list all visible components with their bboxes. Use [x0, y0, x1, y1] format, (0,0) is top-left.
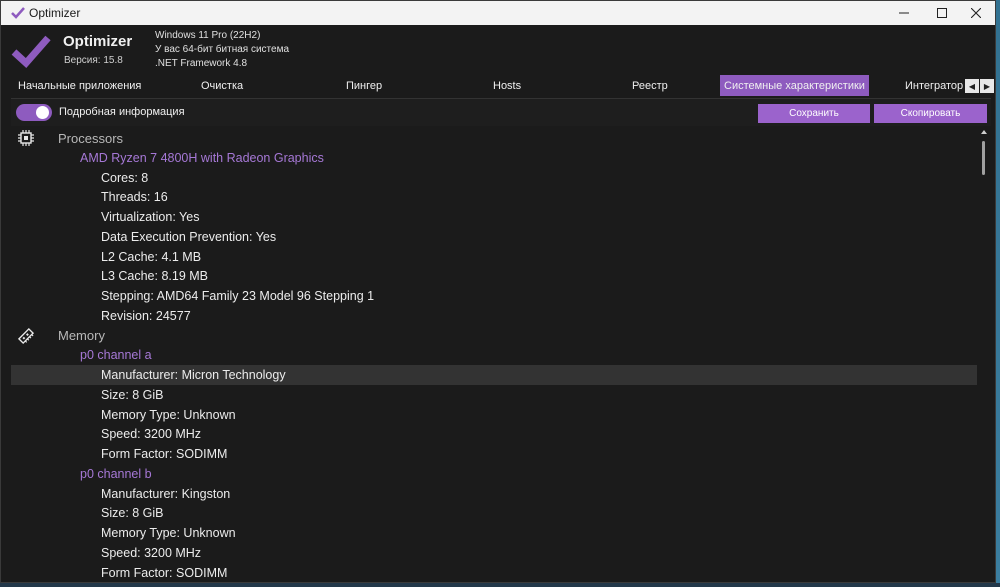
- arrow-left-icon: ◀: [968, 81, 976, 91]
- optimizer-window: Optimizer Optimizer Версия: 15.8 Windows…: [0, 0, 996, 583]
- tree-label: Virtualization: Yes: [101, 210, 200, 224]
- tree-label: Speed: 3200 MHz: [101, 427, 202, 442]
- tab-registry[interactable]: Реестр: [632, 75, 668, 96]
- framework-info: .NET Framework 4.8: [155, 58, 248, 69]
- specs-tree[interactable]: Processors AMD Ryzen 7 4800H with Radeon …: [11, 127, 977, 583]
- tab-startup-apps[interactable]: Начальные приложения: [18, 75, 141, 96]
- tree-label: Form Factor: SODIMM: [101, 447, 228, 461]
- cpu-icon: [17, 129, 35, 147]
- tab-cleanup[interactable]: Очистка: [201, 75, 243, 96]
- window-title: Optimizer: [29, 6, 81, 20]
- taskbar-edge: [0, 583, 1000, 587]
- tree-item[interactable]: Size: 8 GiB: [11, 503, 977, 523]
- tree-label: p0 channel a: [80, 348, 152, 363]
- minimize-icon: [899, 12, 909, 14]
- tree-label: Threads: 16: [101, 190, 168, 205]
- tree-label: Size: 8 GiB: [101, 387, 164, 402]
- tree-label: Data Execution Prevention: Yes: [101, 229, 277, 244]
- tree-label: Stepping: AMD64 Family 23 Model 96 Stepp…: [101, 289, 375, 303]
- tree-item[interactable]: Form Factor: SODIMM: [11, 563, 977, 583]
- tree-label: Revision: 24577: [101, 308, 191, 323]
- tree-item[interactable]: Size: 8 GiB: [11, 385, 977, 405]
- tree-label: Manufacturer: Kingston: [101, 486, 231, 501]
- app-check-icon: [11, 7, 25, 19]
- tree-item[interactable]: Memory Type: Unknown: [11, 523, 977, 543]
- os-info: Windows 11 Pro (22H2): [155, 30, 261, 41]
- toolbar: Подробная информация Сохранить Скопирова…: [11, 98, 991, 126]
- tree-group[interactable]: p0 channel a: [11, 345, 977, 365]
- memory-icon: [17, 327, 35, 345]
- tree-item[interactable]: Memory Type: Unknown: [11, 405, 977, 425]
- tab-pinger[interactable]: Пингер: [346, 75, 382, 96]
- tab-hosts[interactable]: Hosts: [493, 75, 521, 96]
- tree-item[interactable]: Manufacturer: Kingston: [11, 484, 977, 504]
- tab-scroll-arrows: ◀ ▶: [965, 79, 994, 93]
- tree-item[interactable]: Threads: 16: [11, 187, 977, 207]
- detailed-info-label: Подробная информация: [59, 106, 185, 118]
- tree-label: L3 Cache: 8.19 MB: [101, 269, 209, 284]
- tree-item[interactable]: Cores: 8: [11, 168, 977, 188]
- tree-section[interactable]: Processors: [11, 128, 977, 148]
- tree-label: Memory: [58, 328, 105, 343]
- maximize-icon: [937, 8, 947, 18]
- vertical-scrollbar[interactable]: [978, 127, 990, 582]
- tree-item[interactable]: Data Execution Prevention: Yes: [11, 227, 977, 247]
- system-summary: Windows 11 Pro (22H2) У вас 64-бит битна…: [155, 29, 289, 71]
- app-version: Версия: 15.8: [64, 55, 123, 66]
- tree-item[interactable]: Virtualization: Yes: [11, 207, 977, 227]
- close-button[interactable]: [953, 1, 995, 25]
- save-button[interactable]: Сохранить: [758, 104, 870, 123]
- tree-group[interactable]: p0 channel b: [11, 464, 977, 484]
- tree-section[interactable]: Memory: [11, 326, 977, 346]
- scroll-up-icon[interactable]: [981, 130, 987, 134]
- tree-label: Size: 8 GiB: [101, 506, 164, 521]
- tree-label: L2 Cache: 4.1 MB: [101, 249, 202, 264]
- tab-integrator[interactable]: Интегратор: [905, 75, 963, 96]
- close-icon: [971, 8, 981, 18]
- tree-group[interactable]: AMD Ryzen 7 4800H with Radeon Graphics: [11, 148, 977, 168]
- tree-item[interactable]: Revision: 24577: [11, 306, 977, 326]
- app-name: Optimizer: [63, 33, 133, 50]
- tree-item[interactable]: L3 Cache: 8.19 MB: [11, 266, 977, 286]
- tree-item[interactable]: Speed: 3200 MHz: [11, 424, 977, 444]
- tab-bar: Начальные приложения Очистка Пингер Host…: [1, 74, 995, 97]
- tree-label: Speed: 3200 MHz: [101, 545, 202, 560]
- logo-check-icon: [11, 35, 51, 68]
- copy-button[interactable]: Скопировать: [874, 104, 987, 123]
- arrow-right-icon: ▶: [983, 81, 991, 91]
- tree-label: Manufacturer: Micron Technology: [101, 368, 286, 382]
- app-header: Optimizer Версия: 15.8 Windows 11 Pro (2…: [1, 25, 995, 73]
- tree-item[interactable]: Form Factor: SODIMM: [11, 444, 977, 464]
- tree-label: AMD Ryzen 7 4800H with Radeon Graphics: [80, 150, 324, 165]
- tree-item[interactable]: L2 Cache: 4.1 MB: [11, 247, 977, 267]
- tab-scroll-left-button[interactable]: ◀: [965, 79, 979, 93]
- tree-label: Processors: [58, 130, 124, 146]
- tree-label: Cores: 8: [101, 170, 149, 185]
- tree-item[interactable]: Manufacturer: Micron Technology: [11, 365, 977, 385]
- scroll-thumb[interactable]: [982, 141, 985, 175]
- tree-item[interactable]: Stepping: AMD64 Family 23 Model 96 Stepp…: [11, 286, 977, 306]
- tree-item[interactable]: Speed: 3200 MHz: [11, 543, 977, 563]
- tab-system-specs[interactable]: Системные характеристики: [720, 75, 869, 96]
- tree-label: Form Factor: SODIMM: [101, 565, 228, 580]
- title-bar[interactable]: Optimizer: [1, 1, 995, 25]
- tree-label: p0 channel b: [80, 466, 152, 481]
- tree-label: Memory Type: Unknown: [101, 526, 236, 540]
- tab-scroll-right-button[interactable]: ▶: [980, 79, 994, 93]
- toggle-knob: [36, 106, 49, 119]
- tree-label: Memory Type: Unknown: [101, 407, 236, 422]
- arch-info: У вас 64-бит битная система: [155, 44, 290, 55]
- detailed-info-toggle[interactable]: [16, 104, 52, 121]
